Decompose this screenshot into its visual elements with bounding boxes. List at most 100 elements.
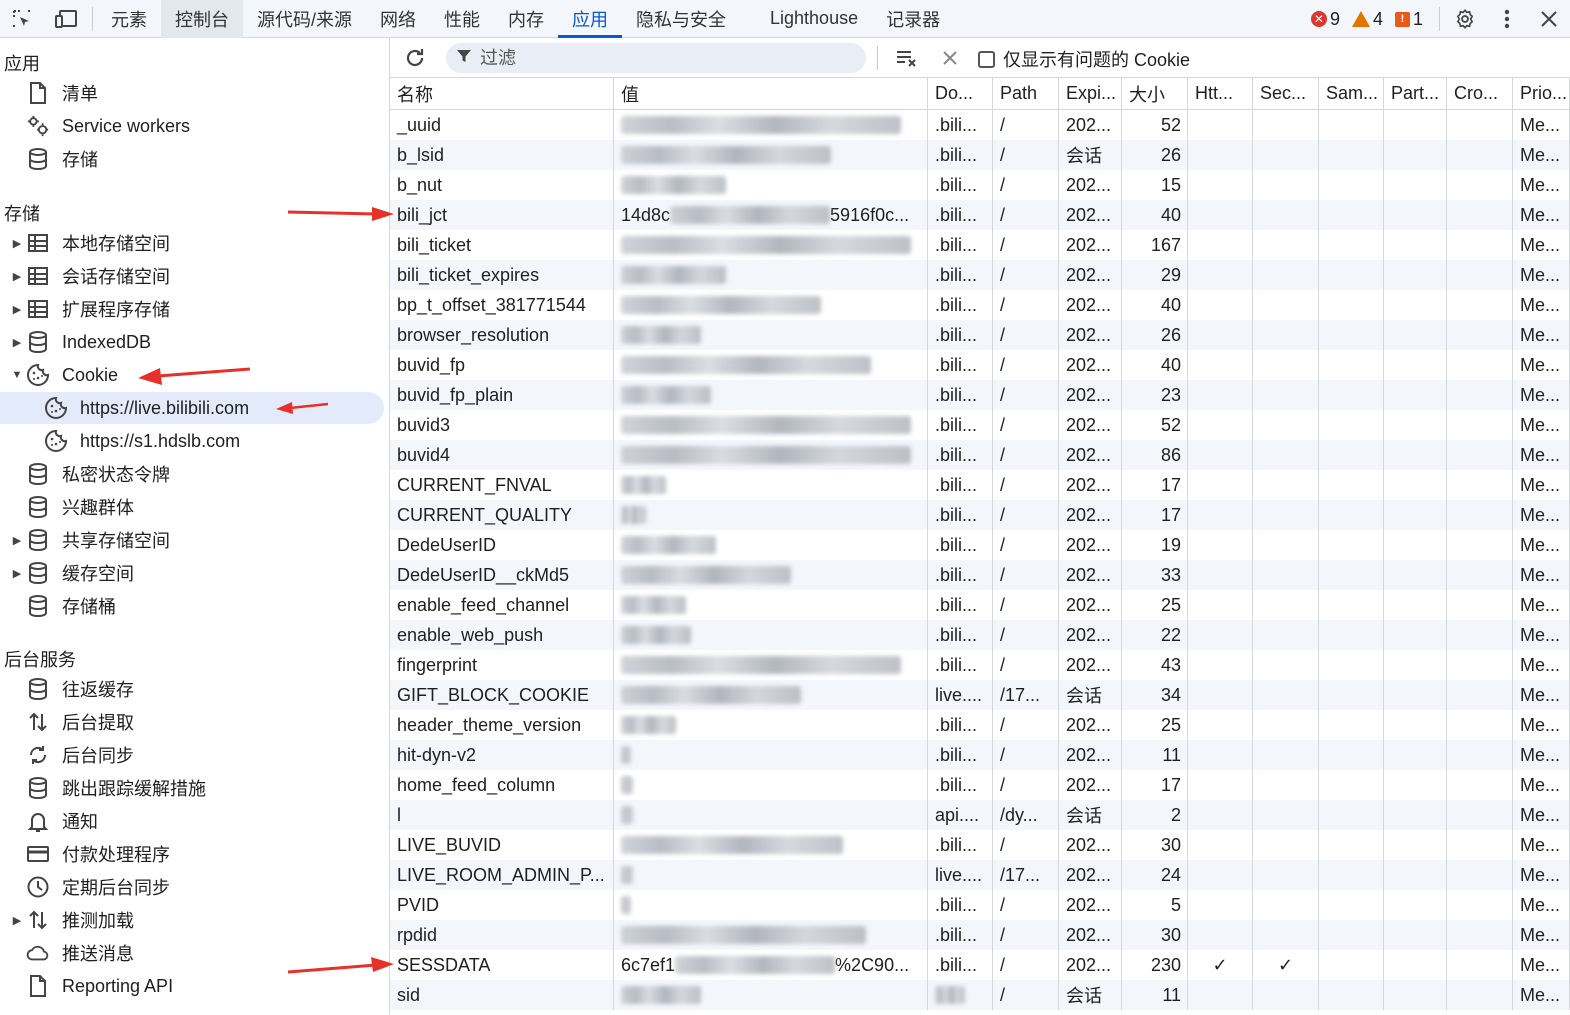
sidebar-item-reporting-api[interactable]: Reporting API [0,970,384,1002]
sidebar-item-payment-handler[interactable]: 付款处理程序 [0,838,384,870]
clear-all-cookies-icon[interactable] [884,38,928,78]
caret-right-icon[interactable]: ▶ [8,534,26,547]
caret-right-icon[interactable]: ▶ [8,914,26,927]
tab-privacy-security[interactable]: 隐私与安全 [622,0,740,38]
table-row[interactable]: bili_jct 14d8c 5916f0c... .bili.../202... 40… [390,200,1570,230]
only-issues-checkbox[interactable] [978,50,995,68]
table-row[interactable]: browser_resolution .bili.../202... 26 Me... [390,320,1570,350]
column-header-httponly[interactable]: Htt... [1188,78,1253,109]
only-issues-checkbox-wrap[interactable]: 仅显示有问题的 Cookie [978,46,1190,72]
table-row[interactable]: DedeUserID .bili.../202... 19 Me... [390,530,1570,560]
table-row[interactable]: CURRENT_QUALITY .bili.../202... 17 Me... [390,500,1570,530]
tab-console[interactable]: 控制台 [161,0,243,38]
warning-count[interactable]: 4 [1351,9,1383,30]
tab-memory[interactable]: 内存 [494,0,558,38]
sidebar-item-cookie-live-bilibili[interactable]: https://live.bilibili.com [0,392,384,424]
column-header-partition-key[interactable]: Part... [1384,78,1447,109]
table-row[interactable]: header_theme_version .bili.../202... 25 Me.… [390,710,1570,740]
sidebar-item-extension-storage[interactable]: ▶ 扩展程序存储 [0,293,384,325]
sidebar-item-session-storage[interactable]: ▶ 会话存储空间 [0,260,384,292]
column-header-value[interactable]: 值 [614,78,928,109]
tab-elements[interactable]: 元素 [97,0,161,38]
table-row[interactable]: buvid_fp .bili.../202... 40 Me... [390,350,1570,380]
table-row[interactable]: fingerprint .bili.../202... 43 Me... [390,650,1570,680]
inspect-element-icon[interactable] [0,0,44,38]
column-header-name[interactable]: 名称 [390,78,614,109]
more-options-icon[interactable] [1486,0,1528,38]
caret-right-icon[interactable]: ▶ [8,270,26,283]
caret-right-icon[interactable]: ▶ [8,237,26,250]
delete-selected-icon[interactable] [928,38,972,78]
tab-lighthouse[interactable]: Lighthouse [756,0,872,38]
table-row[interactable]: buvid3 .bili.../202... 52 Me... [390,410,1570,440]
table-row[interactable]: l api..../dy... 会话 2 Me... [390,800,1570,830]
table-row[interactable]: b_lsid .bili... / 会话 26 Me... [390,140,1570,170]
tab-application[interactable]: 应用 [558,0,623,38]
tab-recorder[interactable]: 记录器 [872,0,954,38]
error-count[interactable]: ✕ 9 [1310,9,1340,30]
table-row[interactable]: CURRENT_FNVAL .bili.../202... 17 Me... [390,470,1570,500]
sidebar-item-cookie[interactable]: ▼ Cookie [0,359,384,391]
table-row[interactable]: bili_ticket .bili.../202... 167 Me... [390,230,1570,260]
table-row[interactable]: hit-dyn-v2 .bili.../202... 11 Me... [390,740,1570,770]
sidebar-item-service-workers[interactable]: Service workers [0,110,384,142]
caret-right-icon[interactable]: ▶ [8,567,26,580]
table-row[interactable]: b_nut .bili.../202... 15 Me... [390,170,1570,200]
refresh-icon[interactable] [393,38,437,78]
sidebar-item-manifest[interactable]: 清单 [0,77,384,109]
table-row[interactable]: LIVE_ROOM_ADMIN_P... live..../17... 202...… [390,860,1570,890]
sidebar-item-back-forward-cache[interactable]: 往返缓存 [0,673,384,705]
tab-performance[interactable]: 性能 [430,0,494,38]
sidebar-item-interest-groups[interactable]: 兴趣群体 [0,491,384,523]
tab-network[interactable]: 网络 [366,0,430,38]
table-row[interactable]: DedeUserID__ckMd5 .bili.../202... 33 Me... [390,560,1570,590]
column-header-secure[interactable]: Sec... [1253,78,1319,109]
table-row[interactable]: PVID .bili.../202... 5 Me... [390,890,1570,920]
sidebar-item-storage-buckets[interactable]: 存储桶 [0,590,384,622]
table-row[interactable]: enable_feed_channel .bili.../202... 25 Me..… [390,590,1570,620]
sidebar-item-background-fetch[interactable]: 后台提取 [0,706,384,738]
sidebar-item-background-sync[interactable]: 后台同步 [0,739,384,771]
sidebar-item-storage[interactable]: 存储 [0,143,384,175]
settings-gear-icon[interactable] [1444,0,1486,38]
close-devtools-icon[interactable] [1528,0,1570,38]
caret-right-icon[interactable]: ▶ [8,303,26,316]
sidebar-item-bounce-tracking-mitigations[interactable]: 跳出跟踪缓解措施 [0,772,384,804]
column-header-domain[interactable]: Do... [928,78,993,109]
sidebar-item-notifications[interactable]: 通知 [0,805,384,837]
caret-down-icon[interactable]: ▼ [8,369,26,381]
sidebar-item-push-messaging[interactable]: 推送消息 [0,937,384,969]
filter-input[interactable] [480,47,820,69]
issue-count[interactable]: ! 1 [1394,9,1423,30]
table-row[interactable]: enable_web_push .bili.../202... 22 Me... [390,620,1570,650]
column-header-size[interactable]: 大小 [1122,78,1188,109]
table-row[interactable]: sid / 会话 11 Me... [390,980,1570,1010]
sidebar-item-speculative-loads[interactable]: ▶ 推测加载 [0,904,384,936]
table-row[interactable]: GIFT_BLOCK_COOKIE live..../17... 会话 34 Me... [390,680,1570,710]
sidebar-item-periodic-background-sync[interactable]: 定期后台同步 [0,871,384,903]
tab-sources[interactable]: 源代码/来源 [243,0,366,38]
column-header-samesite[interactable]: Sam... [1319,78,1384,109]
table-row[interactable]: bili_ticket_expires .bili.../202... 29 Me..… [390,260,1570,290]
column-header-priority[interactable]: Prio... [1513,78,1570,109]
sidebar-item-private-state-tokens[interactable]: 私密状态令牌 [0,458,384,490]
table-row[interactable]: buvid4 .bili.../202... 86 Me... [390,440,1570,470]
sidebar-item-cookie-hdslb[interactable]: https://s1.hdslb.com [0,425,384,457]
filter-box[interactable] [446,43,866,73]
table-row[interactable]: _uuid .bili.../202... 52 Me... [390,110,1570,140]
device-toolbar-icon[interactable] [44,0,88,38]
sidebar-item-shared-storage[interactable]: ▶ 共享存储空间 [0,524,384,556]
table-row[interactable]: buvid_fp_plain .bili.../202... 23 Me... [390,380,1570,410]
sidebar-item-indexeddb[interactable]: ▶ IndexedDB [0,326,384,358]
table-row[interactable]: LIVE_BUVID .bili.../202... 30 Me... [390,830,1570,860]
column-header-expires[interactable]: Expi... [1059,78,1122,109]
column-header-cross-site[interactable]: Cro... [1447,78,1513,109]
table-row[interactable]: home_feed_column .bili.../202... 17 Me... [390,770,1570,800]
sidebar-item-local-storage[interactable]: ▶ 本地存储空间 [0,227,384,259]
caret-right-icon[interactable]: ▶ [8,336,26,349]
table-row[interactable]: rpdid .bili.../202... 30 Me... [390,920,1570,950]
table-row[interactable]: bp_t_offset_381771544 .bili.../202... 40 Me… [390,290,1570,320]
column-header-path[interactable]: Path [993,78,1059,109]
sidebar-item-cache-storage[interactable]: ▶ 缓存空间 [0,557,384,589]
table-row[interactable]: SESSDATA 6c7ef1 %2C90... .bili.../202... 230… [390,950,1570,980]
